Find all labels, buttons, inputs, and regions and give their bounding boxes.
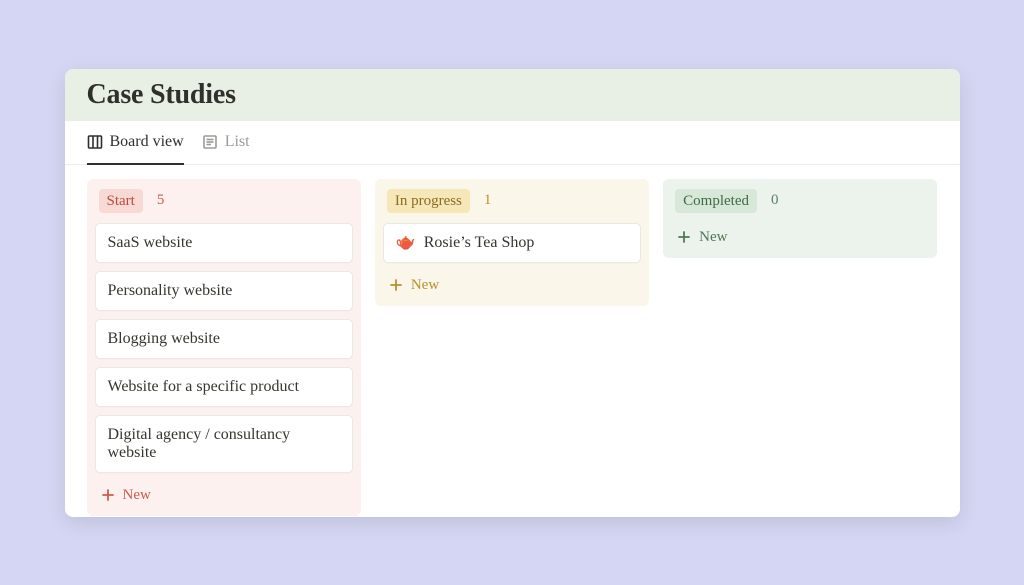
column-tag[interactable]: In progress <box>387 189 470 213</box>
new-label: New <box>699 229 727 246</box>
tab-label: Board view <box>110 133 184 151</box>
card[interactable]: SaaS website <box>95 223 353 263</box>
board-icon <box>87 134 103 150</box>
card-title: Website for a specific product <box>108 378 300 396</box>
card[interactable]: Blogging website <box>95 319 353 359</box>
new-card-button[interactable]: New <box>671 223 733 248</box>
kanban-board: Start 5 SaaS website Personality website… <box>65 165 960 517</box>
card-title: SaaS website <box>108 234 193 252</box>
column-header: In progress 1 <box>383 189 641 215</box>
column-in-progress: In progress 1 🫖 Rosie’s Tea Shop New <box>375 179 649 306</box>
title-bar: Case Studies <box>65 69 960 121</box>
card[interactable]: Website for a specific product <box>95 367 353 407</box>
card[interactable]: Digital agency / consultancy website <box>95 415 353 473</box>
new-label: New <box>123 487 151 504</box>
column-start: Start 5 SaaS website Personality website… <box>87 179 361 516</box>
card[interactable]: 🫖 Rosie’s Tea Shop <box>383 223 641 263</box>
plus-icon <box>389 278 403 292</box>
plus-icon <box>677 230 691 244</box>
column-count: 1 <box>484 192 492 209</box>
view-tabs: Board view List <box>65 121 960 165</box>
list-icon <box>202 134 218 150</box>
card-title: Digital agency / consultancy website <box>108 426 340 462</box>
card[interactable]: Personality website <box>95 271 353 311</box>
tab-list-view[interactable]: List <box>202 120 250 164</box>
tab-board-view[interactable]: Board view <box>87 120 184 164</box>
column-header: Completed 0 <box>671 189 929 215</box>
new-label: New <box>411 277 439 294</box>
page-title: Case Studies <box>87 79 938 111</box>
plus-icon <box>101 488 115 502</box>
teapot-icon: 🫖 <box>396 235 416 251</box>
new-card-button[interactable]: New <box>383 271 445 296</box>
column-count: 5 <box>157 192 165 209</box>
column-header: Start 5 <box>95 189 353 215</box>
card-title: Blogging website <box>108 330 220 348</box>
tab-label: List <box>225 133 250 151</box>
column-tag[interactable]: Start <box>99 189 143 213</box>
column-count: 0 <box>771 192 779 209</box>
column-tag[interactable]: Completed <box>675 189 757 213</box>
app-window: Case Studies Board view L <box>65 69 960 517</box>
card-title: Rosie’s Tea Shop <box>424 234 535 252</box>
card-title: Personality website <box>108 282 233 300</box>
new-card-button[interactable]: New <box>95 481 157 506</box>
column-completed: Completed 0 New <box>663 179 937 258</box>
